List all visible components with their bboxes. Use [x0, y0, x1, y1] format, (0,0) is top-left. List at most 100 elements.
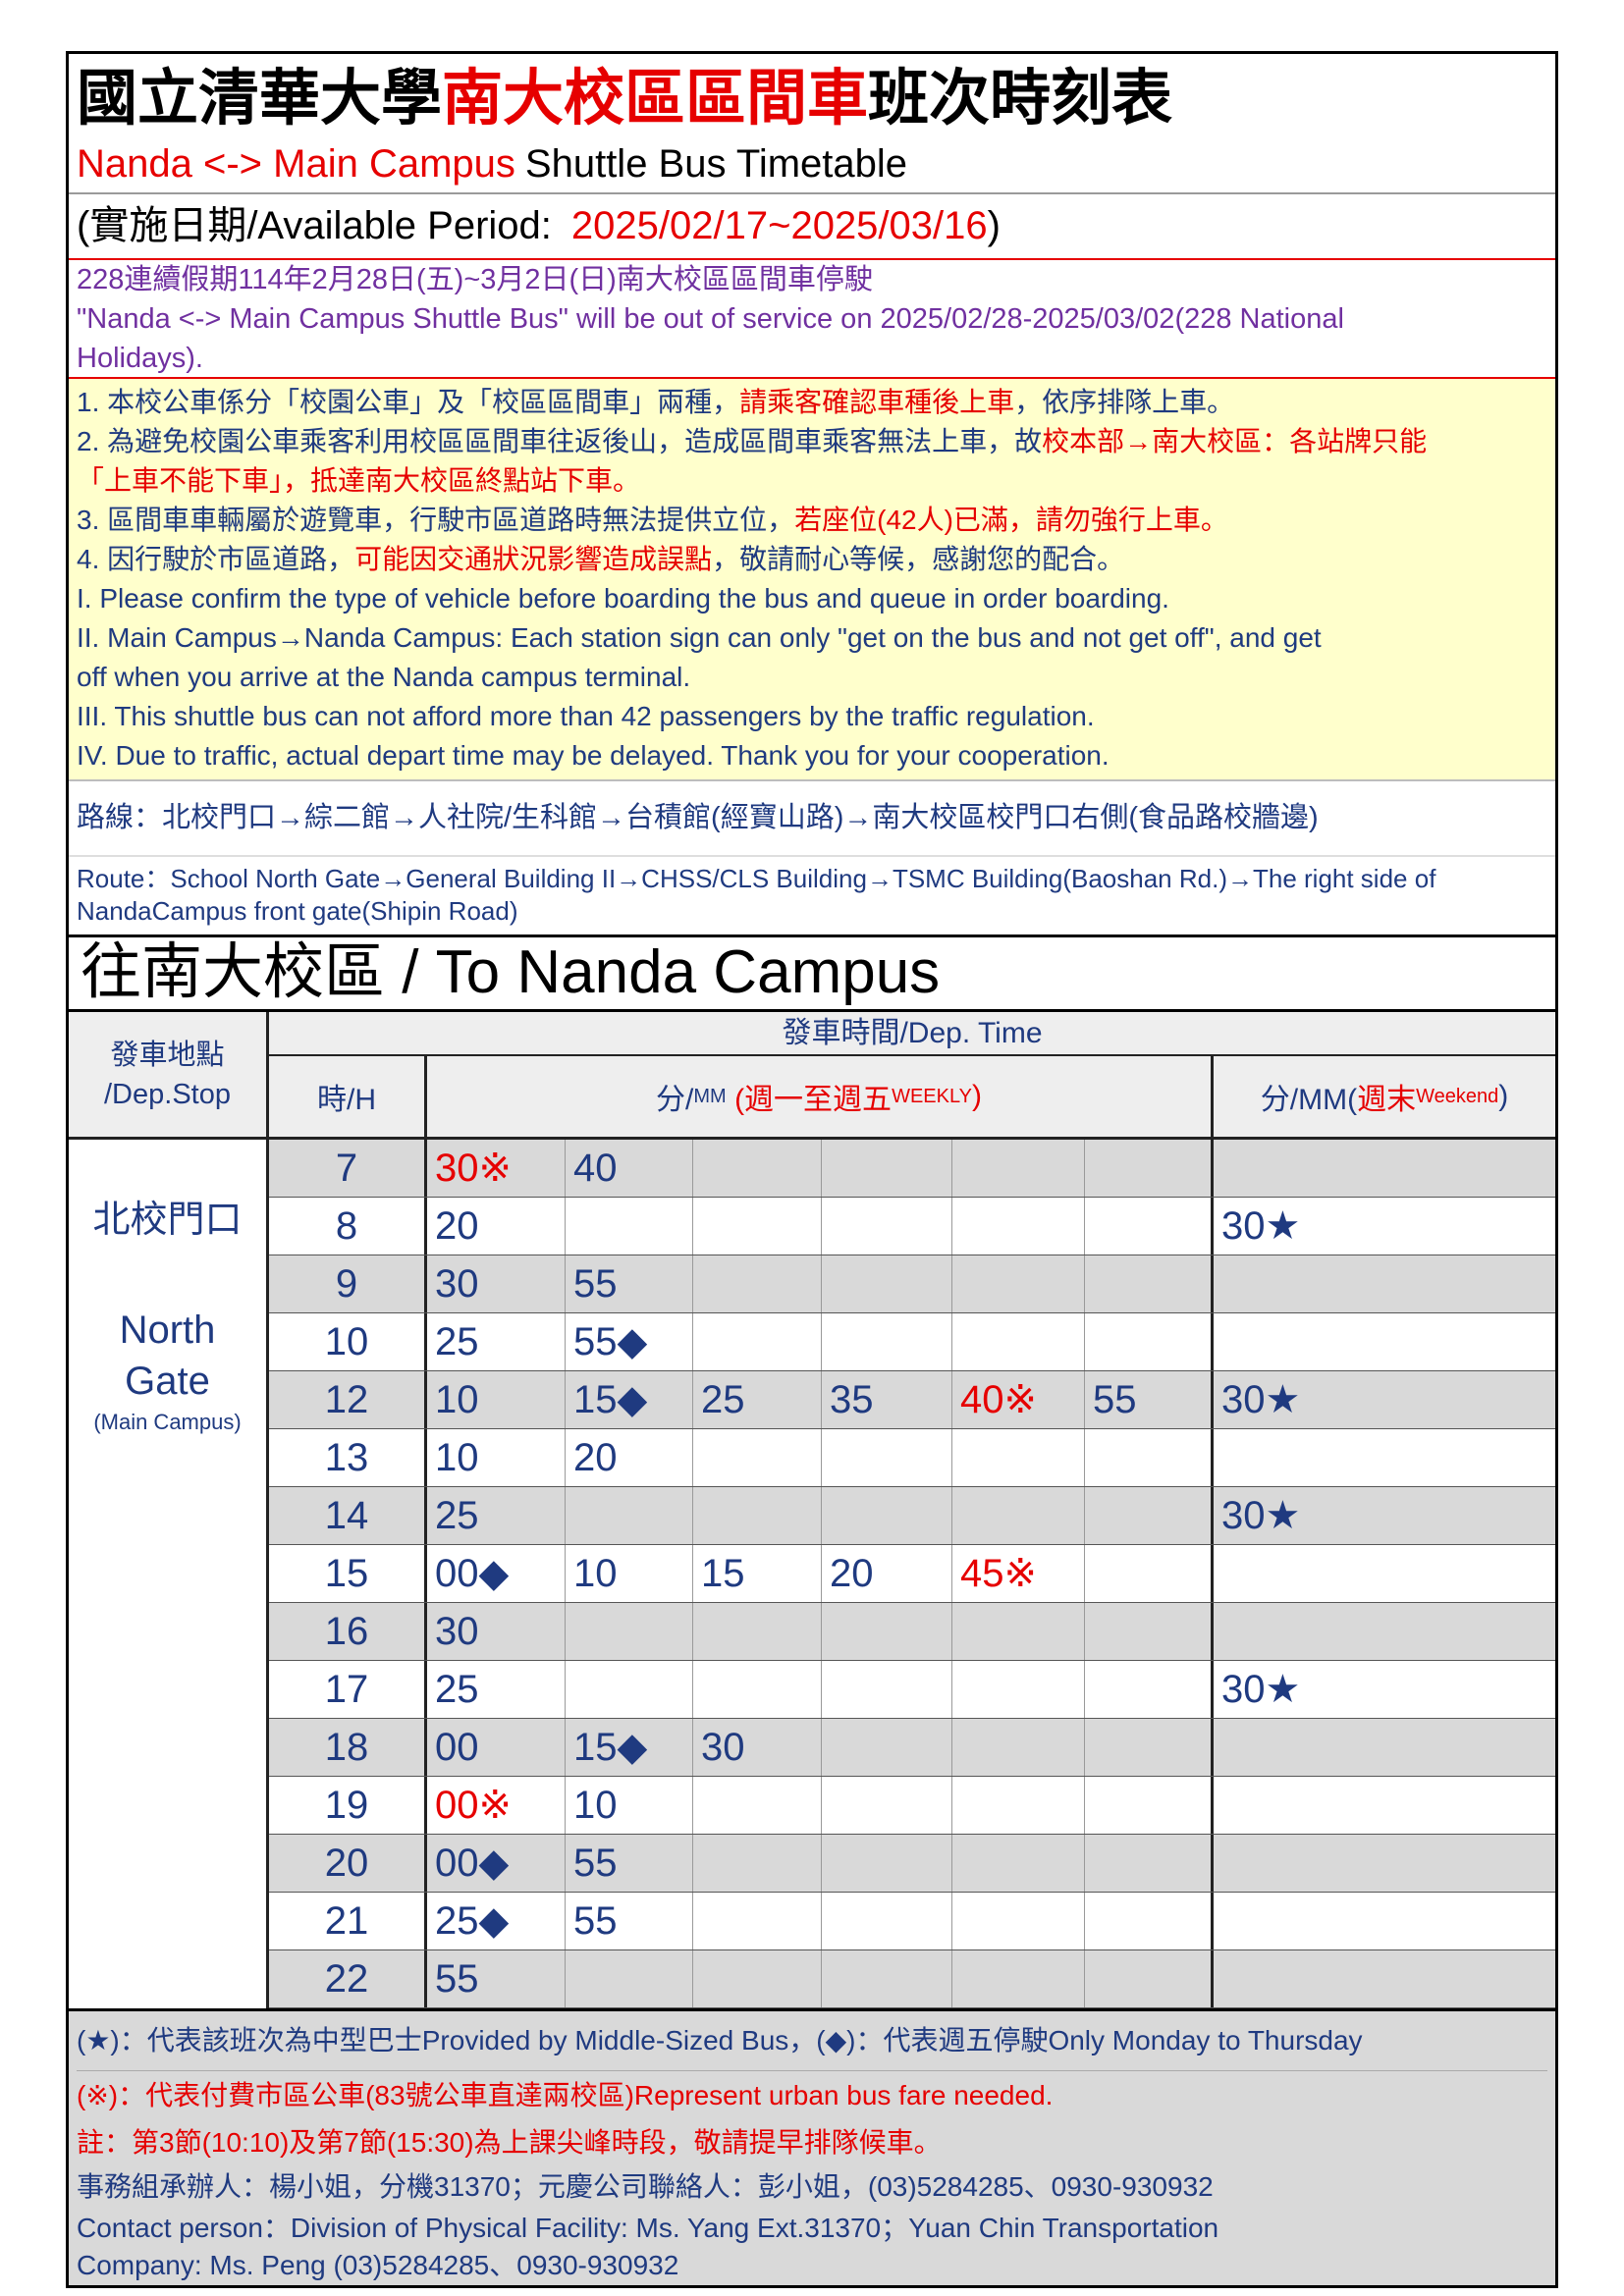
weekday-minute-cell [822, 1950, 952, 2007]
weekday-minute-cell: 20 [822, 1545, 952, 1602]
weekday-minute-cell [693, 1198, 822, 1255]
weekday-minute-cell [1085, 1950, 1214, 2007]
weekday-days-small: WEEKLY [892, 1085, 972, 1107]
available-period: (實施日期/Available Period: 2025/02/17~2025/0… [69, 194, 1555, 260]
schedule-row: 16 30 [269, 1603, 1555, 1661]
weekday-minute-cell: 25 [427, 1661, 566, 1718]
hour-cell: 9 [269, 1255, 427, 1312]
hour-cell: 13 [269, 1429, 427, 1486]
stop-name-en: North Gate [119, 1308, 216, 1403]
weekday-minute-cell [693, 1777, 822, 1834]
hour-cell: 18 [269, 1719, 427, 1776]
weekday-minute-cell [822, 1487, 952, 1544]
weekday-minute-cell [822, 1719, 952, 1776]
weekday-minute-cell [693, 1313, 822, 1370]
weekday-minute-cell: 55 [1085, 1371, 1214, 1428]
weekday-minute-cell [1085, 1719, 1214, 1776]
weekday-minute-cell [952, 1661, 1085, 1718]
timetable-sheet: 國立清華大學南大校區區間車班次時刻表 Nanda <-> Main Campus… [66, 51, 1558, 2288]
weekday-minute-cell: 30 [427, 1255, 566, 1312]
schedule-row: 19 00※ 10 [269, 1777, 1555, 1835]
weekday-minutes-header: 分/MM (週一至週五 WEEKLY) [427, 1056, 1214, 1137]
stop-cell: 北校門口 North Gate (Main Campus) [69, 1140, 266, 2008]
departure-times: 發車時間/Dep. Time 時/H 分/MM (週一至週五 WEEKLY) 分/… [269, 1012, 1555, 2008]
weekday-minute-cell [566, 1198, 693, 1255]
weekday-minute-cell: 25 [427, 1487, 566, 1544]
weekend-minute-cell [1214, 1603, 1555, 1660]
hour-cell: 12 [269, 1371, 427, 1428]
weekday-minute-cell: 10 [566, 1777, 693, 1834]
weekday-days: (週一至週五 [734, 1084, 893, 1116]
holiday-notice-zh: 228連續假期114年2月28日(五)~3月2日(日)南大校區區間車停駛 [77, 264, 873, 295]
weekday-minute-cell: 10 [427, 1429, 566, 1486]
weekday-minute-cell [1085, 1429, 1214, 1486]
weekday-minute-cell [952, 1835, 1085, 1892]
note-text: 2. 為避免校園公車乘客利用校區區間車往返後山，造成區間車乘客無法上車，故 [77, 426, 1043, 456]
schedule-row: 14 25 30★ [269, 1487, 1555, 1545]
hour-cell: 20 [269, 1835, 427, 1892]
note-zh-2: 2. 為避免校園公車乘客利用校區區間車往返後山，造成區間車乘客無法上車，故校本部… [77, 422, 1555, 461]
schedule-row: 21 25◆ 55 [269, 1893, 1555, 1950]
note-zh-2-continued: 「上車不能下車」，抵達南大校區終點站下車。 [77, 465, 641, 496]
note-text: 1. 本校公車係分「校園公車」及「校區區間車」兩種， [77, 387, 740, 417]
weekday-minute-cell [952, 1603, 1085, 1660]
weekday-minute-cell [1085, 1603, 1214, 1660]
note-en-3: III. This shuttle bus can not afford mor… [77, 701, 1095, 731]
weekday-minute-cell [566, 1661, 693, 1718]
hour-cell: 7 [269, 1140, 427, 1197]
weekend-minute-cell [1214, 1835, 1555, 1892]
hour-cell: 19 [269, 1777, 427, 1834]
schedule-row: 22 55 [269, 1950, 1555, 2008]
weekday-minute-cell [822, 1313, 952, 1370]
route-en: Route：School North Gate→General Building… [69, 857, 1555, 937]
schedule-row: 13 10 20 [269, 1429, 1555, 1487]
stop-header: 發車地點 /Dep.Stop [69, 1012, 266, 1140]
weekday-minute-cell: 20 [566, 1429, 693, 1486]
weekday-minute-cell: 25 [427, 1313, 566, 1370]
weekend-unit: 分/MM( [1260, 1084, 1358, 1116]
weekday-minute-cell [822, 1661, 952, 1718]
weekend-minute-cell [1214, 1950, 1555, 2007]
weekend-days-small: Weekend [1416, 1085, 1499, 1107]
note-highlight: 若座位(42人)已滿，請勿強行上車。 [794, 505, 1228, 535]
weekday-minute-cell: 45※ [952, 1545, 1085, 1602]
weekday-minute-cell [822, 1603, 952, 1660]
weekday-minute-cell: 15 [693, 1545, 822, 1602]
hour-cell: 17 [269, 1661, 427, 1718]
weekday-minute-cell: 00 [427, 1719, 566, 1776]
weekday-minute-cell: 15◆ [566, 1719, 693, 1776]
subtitle-route: Nanda <-> Main Campus [77, 142, 515, 186]
weekday-minute-cell: 25 [693, 1371, 822, 1428]
weekday-minute-cell [693, 1429, 822, 1486]
weekend-close: ) [1498, 1080, 1509, 1112]
period-label: (實施日期/Available Period: [77, 204, 552, 247]
route-en-line2: NandaCampus front gate(Shipin Road) [77, 896, 518, 926]
weekday-minute-cell [822, 1777, 952, 1834]
weekday-minute-cell [1085, 1487, 1214, 1544]
departure-time-header: 發車時間/Dep. Time [269, 1012, 1555, 1056]
hour-cell: 16 [269, 1603, 427, 1660]
weekday-minute-cell: 00◆ [427, 1545, 566, 1602]
weekday-minute-cell [693, 1893, 822, 1949]
weekday-minute-cell [693, 1661, 822, 1718]
schedule-row: 15 00◆ 10 15 20 45※ [269, 1545, 1555, 1603]
weekend-minute-cell [1214, 1313, 1555, 1370]
weekday-minute-cell: 55 [566, 1893, 693, 1949]
weekday-minute-cell [952, 1313, 1085, 1370]
stop-name-sub: (Main Campus) [93, 1410, 242, 1434]
weekday-minute-cell [952, 1893, 1085, 1949]
weekend-minute-cell [1214, 1429, 1555, 1486]
weekday-minute-cell [822, 1429, 952, 1486]
holiday-notice: 228連續假期114年2月28日(五)~3月2日(日)南大校區區間車停駛 "Na… [69, 260, 1555, 379]
weekend-days: 週末 [1357, 1084, 1417, 1116]
weekday-minute-cell [1085, 1545, 1214, 1602]
route-zh: 路線：北校門口→綜二館→人社院/生科館→台積館(經寶山路)→南大校區校門口右側(… [69, 781, 1555, 857]
weekday-unit: 分/ [656, 1084, 694, 1116]
weekday-minute-cell [693, 1835, 822, 1892]
weekday-minute-cell: 55◆ [566, 1313, 693, 1370]
contact-en-line1: Contact person：Division of Physical Faci… [77, 2213, 1219, 2243]
title-school: 國立清華大學 [77, 65, 443, 133]
note-highlight: 請乘客確認車種後上車 [739, 387, 1015, 417]
weekday-minute-cell: 55 [427, 1950, 566, 2007]
weekday-minute-cell [952, 1950, 1085, 2007]
